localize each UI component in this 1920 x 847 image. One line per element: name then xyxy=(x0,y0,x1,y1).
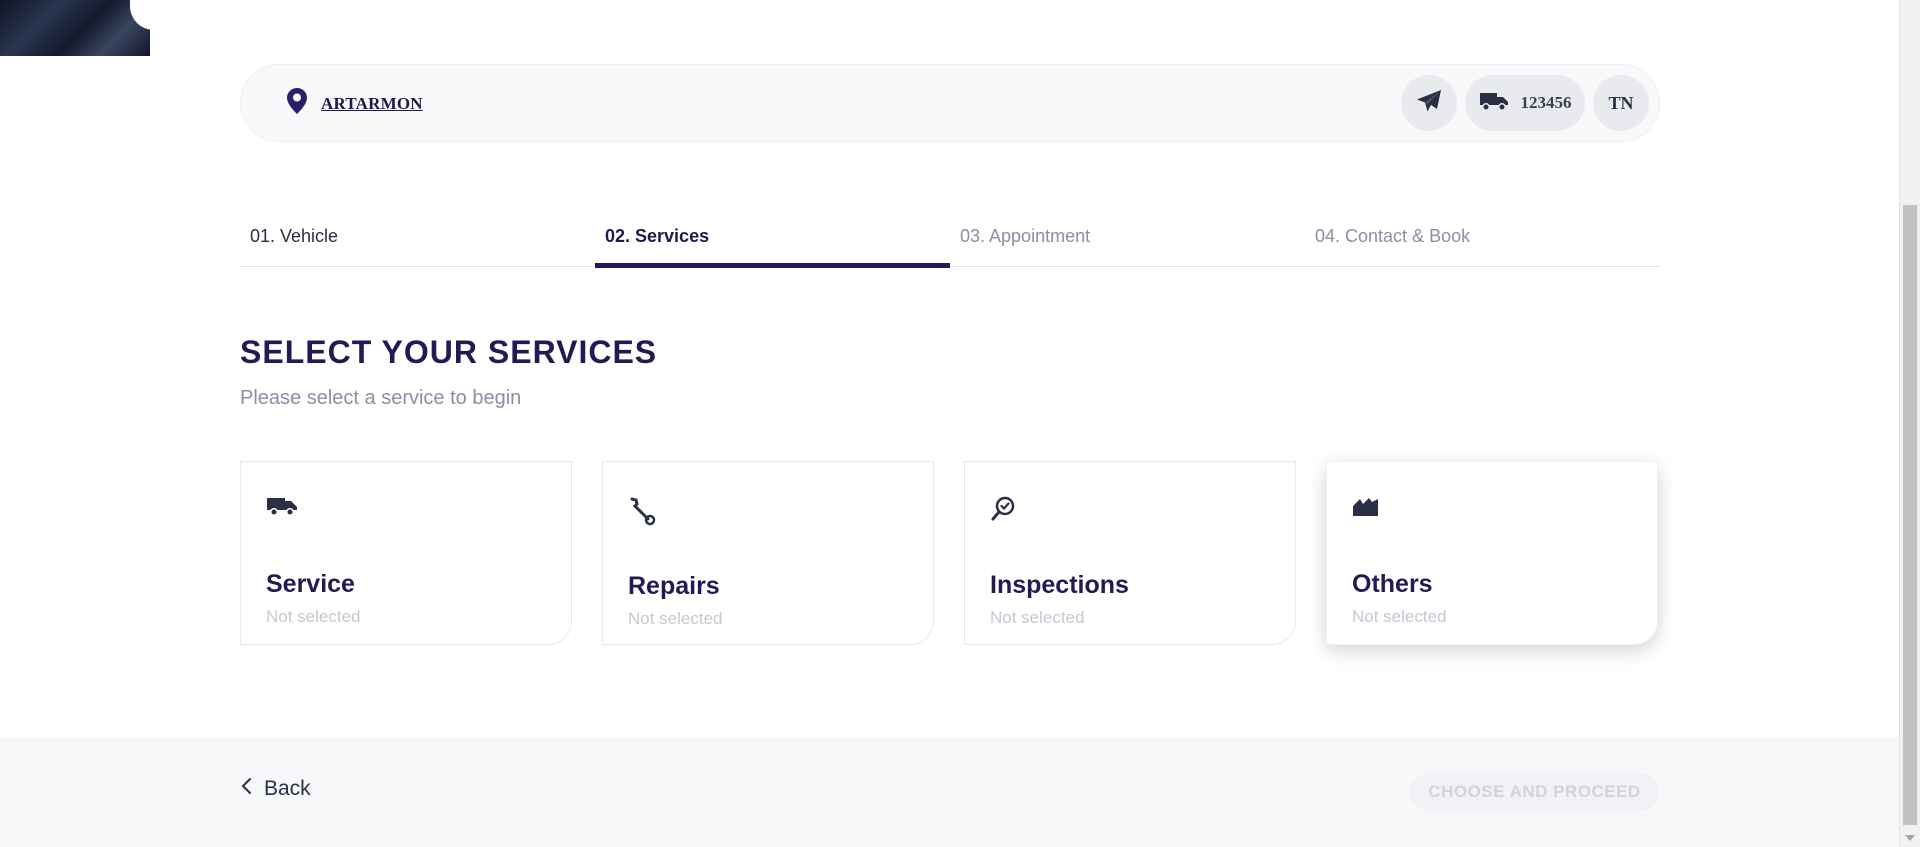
location-pin-icon xyxy=(285,87,309,120)
chevron-left-icon xyxy=(240,777,252,801)
service-card-inspections[interactable]: Inspections Not selected xyxy=(964,461,1296,645)
scroll-down-arrow-icon[interactable] xyxy=(1905,835,1915,841)
scrollbar-thumb[interactable] xyxy=(1903,205,1917,825)
back-label: Back xyxy=(264,777,311,800)
vehicle-button[interactable]: 123456 xyxy=(1465,75,1585,131)
page-subtitle: Please select a service to begin xyxy=(240,387,522,409)
vehicle-number: 123456 xyxy=(1520,93,1572,112)
step-appointment: 03. Appointment xyxy=(960,226,1091,246)
location-label: ARTARMON xyxy=(321,93,423,113)
step-services[interactable]: 02. Services xyxy=(595,226,950,268)
service-card-repairs[interactable]: Repairs Not selected xyxy=(602,461,934,645)
hero-image-corner xyxy=(0,0,150,56)
page-title: SELECT YOUR SERVICES xyxy=(240,334,658,370)
card-title: Inspections xyxy=(990,571,1129,599)
truck-icon xyxy=(1479,90,1509,117)
step-contact-book: 04. Contact & Book xyxy=(1315,226,1471,246)
card-title: Others xyxy=(1352,570,1433,598)
step-vehicle[interactable]: 01. Vehicle xyxy=(240,226,595,266)
others-icon xyxy=(1352,496,1380,523)
service-cards: Service Not selected Repairs Not selecte… xyxy=(240,461,1658,645)
inspection-icon xyxy=(990,496,1016,527)
card-status: Not selected xyxy=(266,607,361,626)
card-title: Repairs xyxy=(628,572,720,600)
location-link[interactable]: ARTARMON xyxy=(285,87,423,120)
footer-bar: Back CHOOSE AND PROCEED xyxy=(0,737,1899,847)
progress-steps: 01. Vehicle 02. Services 03. Appointment… xyxy=(240,226,1660,268)
back-button[interactable]: Back xyxy=(240,777,311,801)
card-status: Not selected xyxy=(628,609,723,628)
scrollbar[interactable] xyxy=(1899,0,1920,847)
service-card-others[interactable]: Others Not selected xyxy=(1326,461,1658,645)
user-avatar-button[interactable]: TN xyxy=(1593,75,1649,131)
top-bar: ARTARMON 123456 TN xyxy=(240,64,1660,142)
paper-plane-icon xyxy=(1416,89,1442,118)
choose-and-proceed-button[interactable]: CHOOSE AND PROCEED xyxy=(1410,773,1659,811)
card-status: Not selected xyxy=(1352,607,1447,626)
wrench-icon xyxy=(628,496,656,531)
service-card-service[interactable]: Service Not selected xyxy=(240,461,572,645)
card-status: Not selected xyxy=(990,608,1085,627)
send-button[interactable] xyxy=(1401,75,1457,131)
card-title: Service xyxy=(266,570,355,598)
header-actions: 123456 TN xyxy=(1401,75,1649,131)
truck-icon xyxy=(266,496,298,523)
